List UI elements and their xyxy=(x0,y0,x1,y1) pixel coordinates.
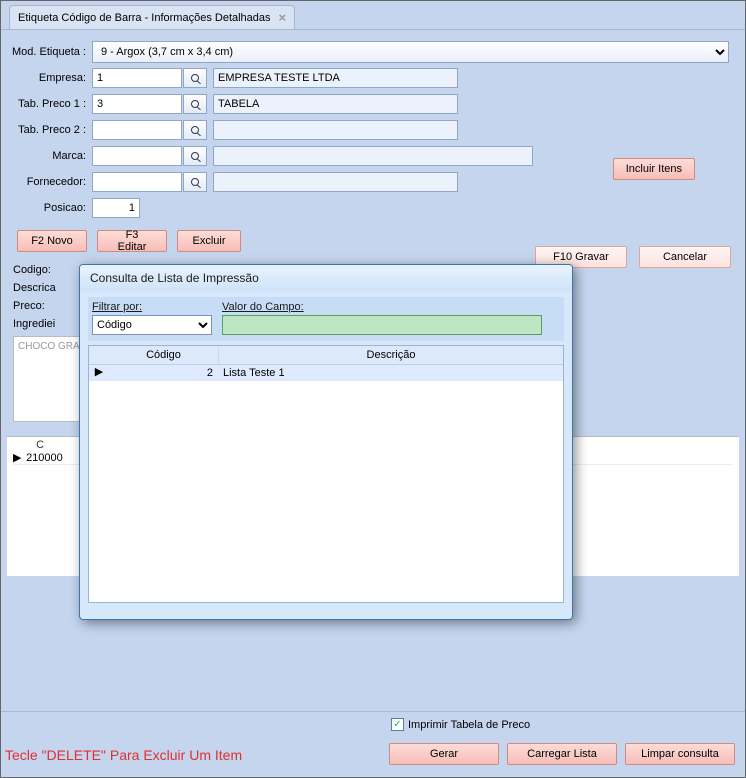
imprimir-tabela-label: Imprimir Tabela de Preco xyxy=(408,719,530,731)
f2-novo-button[interactable]: F2 Novo xyxy=(17,230,87,252)
posicao-input[interactable] xyxy=(92,198,140,218)
empresa-desc xyxy=(213,68,458,88)
carregar-lista-button[interactable]: Carregar Lista xyxy=(507,743,617,765)
empresa-lookup-button[interactable] xyxy=(183,68,207,88)
cell-codigo: 2 xyxy=(109,365,219,381)
table-row[interactable]: ▶ 2 Lista Teste 1 xyxy=(89,365,563,381)
search-icon xyxy=(191,178,199,186)
tab-preco1-label: Tab. Preco 1 : xyxy=(7,98,92,110)
tab-preco1-lookup-button[interactable] xyxy=(183,94,207,114)
marca-label: Marca: xyxy=(7,150,92,162)
grid-col-code: C xyxy=(36,439,44,451)
tab-title: Etiqueta Código de Barra - Informações D… xyxy=(18,12,271,24)
valor-campo-input[interactable] xyxy=(222,315,542,335)
tab-preco1-desc xyxy=(213,94,458,114)
incluir-itens-button[interactable]: Incluir Itens xyxy=(613,158,695,180)
fornecedor-input[interactable] xyxy=(92,172,182,192)
preco-label: Preco: xyxy=(13,300,83,312)
search-icon xyxy=(191,100,199,108)
delete-hint: Tecle "DELETE" Para Excluir Um Item xyxy=(5,747,242,763)
tab-preco2-input[interactable] xyxy=(92,120,182,140)
filtrar-por-select[interactable]: Código xyxy=(92,315,212,335)
consulta-lista-dialog: Consulta de Lista de Impressão Filtrar p… xyxy=(79,264,573,620)
col-descricao-header: Descrição xyxy=(219,346,563,364)
active-tab[interactable]: Etiqueta Código de Barra - Informações D… xyxy=(9,5,295,29)
marca-input[interactable] xyxy=(92,146,182,166)
lista-grid[interactable]: Código Descrição ▶ 2 Lista Teste 1 xyxy=(88,345,564,603)
fornecedor-desc xyxy=(213,172,458,192)
tab-preco2-label: Tab. Preco 2 : xyxy=(7,124,92,136)
imprimir-tabela-checkbox[interactable]: ✓ xyxy=(391,718,404,731)
posicao-label: Posicao: xyxy=(7,202,92,214)
row-marker-icon: ▶ xyxy=(89,365,109,381)
tab-preco1-input[interactable] xyxy=(92,94,182,114)
marca-lookup-button[interactable] xyxy=(183,146,207,166)
close-icon[interactable]: × xyxy=(279,10,287,25)
marca-desc xyxy=(213,146,533,166)
tab-preco2-desc xyxy=(213,120,458,140)
valor-campo-label: Valor do Campo: xyxy=(222,301,560,313)
mod-etiqueta-label: Mod. Etiqueta : xyxy=(7,46,92,58)
codigo-label: Codigo: xyxy=(13,264,83,276)
limpar-consulta-button[interactable]: Limpar consulta xyxy=(625,743,735,765)
grid-cell-code: 210000 xyxy=(26,452,63,464)
fornecedor-label: Fornecedor: xyxy=(7,176,92,188)
fornecedor-lookup-button[interactable] xyxy=(183,172,207,192)
search-icon xyxy=(191,74,199,82)
search-icon xyxy=(191,152,199,160)
empresa-label: Empresa: xyxy=(7,72,92,84)
descricao-label: Descrica xyxy=(13,282,83,294)
f3-editar-button[interactable]: F3 Editar xyxy=(97,230,167,252)
empresa-input[interactable] xyxy=(92,68,182,88)
col-codigo-header: Código xyxy=(109,346,219,364)
mod-etiqueta-select[interactable]: 9 - Argox (3,7 cm x 3,4 cm) xyxy=(92,41,729,63)
tab-preco2-lookup-button[interactable] xyxy=(183,120,207,140)
dialog-title: Consulta de Lista de Impressão xyxy=(80,265,572,291)
gerar-button[interactable]: Gerar xyxy=(389,743,499,765)
ingredientes-label: Ingrediei xyxy=(13,318,83,330)
cancelar-button[interactable]: Cancelar xyxy=(639,246,731,268)
cell-descricao: Lista Teste 1 xyxy=(219,365,563,381)
search-icon xyxy=(191,126,199,134)
row-marker-icon: ▶ xyxy=(13,451,23,464)
filtrar-por-label: Filtrar por: xyxy=(92,301,212,313)
excluir-button[interactable]: Excluir xyxy=(177,230,241,252)
